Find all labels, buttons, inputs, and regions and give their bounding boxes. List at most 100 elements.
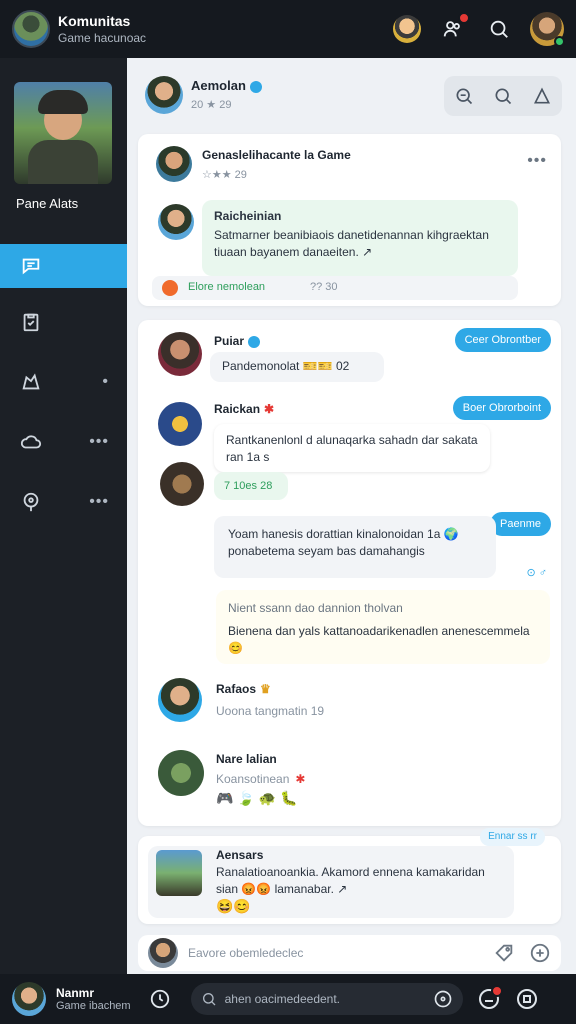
post-avatar[interactable]: [156, 146, 192, 182]
search-icon[interactable]: [484, 14, 514, 44]
bottom-search-bar[interactable]: ahen oacimedeedent.: [190, 983, 463, 1015]
post-footer: Elore nemolean ?? 30: [152, 276, 518, 300]
post-title: Genaslelihacante la Game: [202, 148, 351, 162]
nav-item-clipboard[interactable]: [0, 300, 127, 344]
header-name: Aemolan: [191, 78, 262, 93]
tag-icon[interactable]: [493, 942, 515, 964]
profile-avatar[interactable]: [530, 12, 565, 47]
title-block: Komunitas Game hacunoac: [58, 13, 146, 45]
nav-item-cloud[interactable]: •••: [0, 420, 127, 464]
m2-name: Raickan ✱: [214, 402, 275, 416]
compass-icon[interactable]: [433, 989, 453, 1009]
m3-bubble: 7 10es 28: [214, 472, 288, 500]
post-card: Genaslelihacante la Game ☆★★ 29 ••• Raic…: [138, 134, 561, 306]
rose-icon: ✱: [295, 772, 306, 786]
m5-text: Bienena dan yals kattanoadarikenadlen an…: [228, 624, 530, 655]
clipboard-icon: [23, 313, 39, 332]
nav-item-location[interactable]: •••: [0, 480, 127, 524]
reply-bubble: Raicheinian Satmarner beanibiaois daneti…: [202, 200, 518, 276]
m7-emojis: 🎮 🍃 🐢 🐛: [216, 790, 298, 806]
online-indicator: [554, 36, 565, 47]
verified-icon: [248, 335, 261, 348]
settings-icon[interactable]: [515, 987, 539, 1011]
cloud-icon: [20, 435, 42, 449]
reply-avatar[interactable]: [158, 204, 194, 240]
verified-icon: [249, 80, 262, 93]
triangle-icon[interactable]: [532, 86, 552, 106]
m1-name: Puiar: [214, 334, 261, 348]
post3-image[interactable]: [156, 850, 202, 896]
location-icon: [23, 492, 39, 512]
top-actions: [392, 12, 565, 47]
bottom-subtitle: Game ibachem: [56, 1000, 131, 1012]
notifications-icon[interactable]: [477, 985, 503, 1011]
bottom-name: Nanmr: [56, 986, 95, 1000]
chat-icon: [22, 258, 40, 275]
m1-action-button[interactable]: Ceer Obrontber: [454, 328, 551, 352]
m4-bubble: Yoam hanesis dorattian kinalonoidan 1a 🌍…: [214, 516, 496, 578]
header-meta: 20 ★ 29: [191, 99, 232, 111]
thread-avatar-3[interactable]: [160, 462, 204, 506]
thread-avatar-6[interactable]: [158, 678, 202, 722]
reply-name: Raicheinian: [214, 209, 282, 223]
bottom-bar: Nanmr Game ibachem ahen oacimedeedent.: [0, 974, 576, 1024]
reply-text: Satmarner beanibiaois danetidenannan kih…: [214, 228, 489, 259]
post-rating: ☆★★ 29: [202, 169, 247, 181]
post3-tag[interactable]: Ennar ss rr: [480, 828, 545, 846]
map-icon: [22, 373, 40, 390]
search-icon[interactable]: [493, 86, 513, 106]
post3-text: Ranalatioanoankia. Akamord ennena kamaka…: [216, 865, 485, 896]
notification-badge: [458, 12, 470, 24]
post3-name: Aensars: [216, 848, 264, 862]
rose-icon: ✱: [264, 402, 275, 416]
m5-bubble: Nient ssann dao dannion tholvan Bienena …: [216, 590, 550, 664]
profile-name: Pane Alats: [16, 196, 79, 211]
nav-more-cloud[interactable]: •••: [89, 433, 109, 451]
m1-bubble: Pandemonolat 🎫🎫 02: [210, 352, 384, 382]
notifications-icon[interactable]: [438, 12, 470, 44]
m6-meta: Uoona tangmatin 19: [216, 704, 325, 718]
bottom-avatar[interactable]: [12, 982, 46, 1016]
message-input[interactable]: Eavore obemledeclec: [188, 946, 479, 960]
footer-label[interactable]: Elore nemolean: [188, 281, 265, 293]
footer-meta: ?? 30: [310, 281, 338, 293]
crown-icon: ♛: [260, 682, 271, 696]
fire-icon: [162, 280, 178, 296]
post-card-3: Ennar ss rr Aensars Ranalatioanoankia. A…: [138, 828, 561, 924]
top-bar: Komunitas Game hacunoac: [0, 0, 576, 58]
community-avatar[interactable]: [12, 10, 50, 48]
nav-item-map[interactable]: •: [0, 360, 127, 404]
search-placeholder: ahen oacimedeedent.: [224, 992, 341, 1006]
header-avatar[interactable]: [145, 76, 183, 114]
m7-name: Nare lalian: [216, 752, 277, 766]
m2-action-button[interactable]: Boer Obrorboint: [452, 396, 551, 420]
sidebar: Pane Alats • ••• •••: [0, 58, 127, 974]
notification-badge: [490, 985, 503, 997]
nav-more-map[interactable]: •: [102, 373, 109, 391]
profile-picture[interactable]: [14, 82, 112, 184]
post3-emojis: 😆😊: [216, 898, 251, 914]
more-options-button[interactable]: •••: [527, 152, 547, 170]
thread-card: Puiar Pandemonolat 🎫🎫 02 Ceer Obrontber …: [138, 320, 561, 826]
m4-action-button[interactable]: Paenme: [490, 512, 551, 536]
zoom-icon[interactable]: [454, 86, 474, 106]
app-title: Komunitas: [58, 13, 131, 29]
composer-avatar[interactable]: [148, 938, 178, 968]
m2-bubble: Rantkanenlonl d alunaqarka sahadn dar sa…: [214, 424, 490, 472]
thread-avatar-7[interactable]: [158, 750, 204, 796]
nav-item-chat[interactable]: [0, 244, 127, 288]
add-icon[interactable]: [529, 942, 551, 964]
message-composer: Eavore obemledeclec: [138, 935, 561, 971]
m4-meta: ⊙ ♂: [526, 567, 547, 579]
thread-avatar-2[interactable]: [158, 402, 202, 446]
m6-name: Rafaos ♛: [216, 682, 271, 696]
search-icon: [202, 993, 216, 1006]
nav-more-location[interactable]: •••: [89, 493, 109, 511]
main-content: Aemolan 20 ★ 29 Genaslelihacante la Game…: [127, 58, 576, 974]
user-avatar-icon[interactable]: [392, 14, 422, 44]
bottom-title-block: Nanmr Game ibachem: [56, 986, 131, 1012]
clock-icon[interactable]: [149, 988, 171, 1010]
thread-avatar-1[interactable]: [158, 332, 202, 376]
m7-meta: Koansotinean ✱: [216, 772, 306, 786]
app-subtitle: Game hacunoac: [58, 31, 147, 45]
